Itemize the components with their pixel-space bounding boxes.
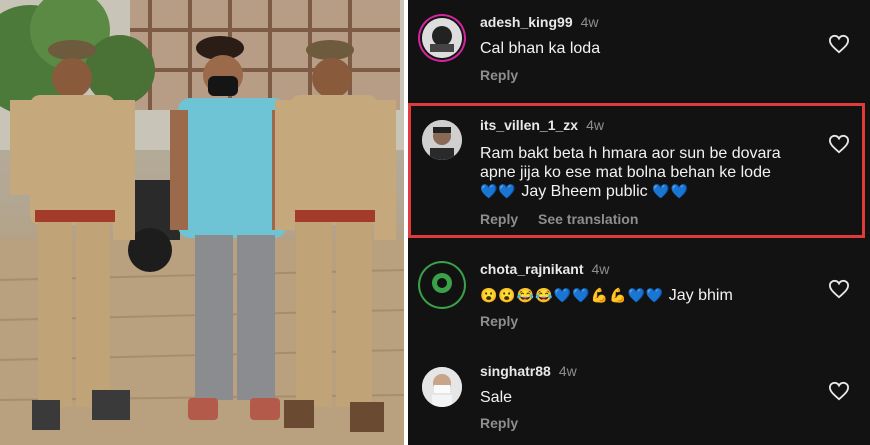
reply-button[interactable]: Reply [480,313,518,329]
comment-line: 💙💙 Jay Bheem public 💙💙 [480,182,810,201]
heart-outline-icon[interactable] [828,381,850,401]
comment-line: apne jija ko ese mat bolna behan ke lode [480,164,771,181]
comment-text: 😮😮😂😂💙💙💪💪💙💙 Jay bhim [480,286,810,305]
username[interactable]: its_villen_1_zx 4w [480,117,604,133]
heart-outline-icon[interactable] [828,279,850,299]
comment-line: Ram bakt beta h hmara aor sun be dovara [480,145,781,162]
username[interactable]: singhatr88 4w [480,363,577,379]
heart-outline-icon[interactable] [828,134,850,154]
avatar-image [422,265,462,305]
comment-age: 4w [558,363,577,379]
reply-button[interactable]: Reply [480,415,518,431]
blue-heart-emojis: 💙💙 [652,183,689,199]
heart-outline-icon[interactable] [828,34,850,54]
see-translation-button[interactable]: See translation [538,211,638,227]
username-text[interactable]: adesh_king99 [480,14,573,30]
emoji-sequence: 😮😮😂😂💙💙💪💪💙💙 [480,287,665,303]
username[interactable]: adesh_king99 4w [480,14,599,30]
comment-text: Ram bakt beta h hmara aor sun be dovara … [480,144,810,201]
avatar-image [422,120,462,160]
comment-text: Sale [480,389,513,406]
avatar[interactable] [422,265,462,305]
avatar[interactable] [422,120,462,160]
username-text[interactable]: singhatr88 [480,363,551,379]
username[interactable]: chota_rajnikant 4w [480,261,609,277]
comment-line-text: Jay bhim [668,287,733,304]
comment-age: 4w [591,261,610,277]
reply-button[interactable]: Reply [480,67,518,83]
reply-button[interactable]: Reply [480,211,518,227]
comment-line-text: Jay Bheem public [521,183,648,200]
screenshot: adesh_king99 4w Cal bhan ka loda Reply it… [0,0,870,445]
avatar[interactable] [422,367,462,407]
photo-illustration [0,0,404,445]
blue-heart-emojis: 💙💙 [480,183,517,199]
comment-age: 4w [586,117,604,133]
username-text[interactable]: chota_rajnikant [480,261,583,277]
comment-age: 4w [580,14,599,30]
avatar[interactable] [422,18,462,58]
username-text[interactable]: its_villen_1_zx [480,117,578,133]
avatar-image [422,18,462,58]
news-photo [0,0,404,445]
comment-text: Cal bhan ka loda [480,40,601,57]
comments-panel: adesh_king99 4w Cal bhan ka loda Reply it… [408,0,870,445]
avatar-image [422,367,462,407]
